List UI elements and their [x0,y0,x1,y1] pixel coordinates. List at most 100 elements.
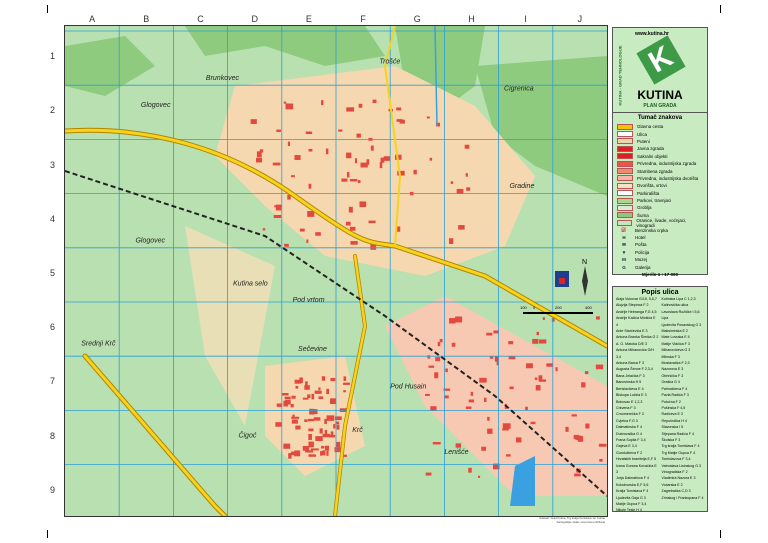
street-index-entry: Hrvatskih branitelja E,F 5 [616,457,657,462]
legend-label: Privredna, industrijska dvorišta [637,175,699,181]
svg-text:N: N [582,259,587,266]
building [295,385,299,389]
building [515,437,522,443]
building [284,399,291,405]
legend-swatch [617,160,633,167]
building [255,157,263,163]
building [281,392,289,396]
building [379,162,383,169]
building [526,363,533,369]
legend-symbol-icon: ⛽ [621,227,627,233]
building [413,169,417,175]
building [333,424,336,429]
building [468,399,475,403]
building [470,391,474,396]
crop-mark [47,530,48,538]
building [458,225,465,230]
row-header: 6 [50,322,56,333]
column-header: C [197,14,204,24]
building [455,316,463,323]
legend-item: Javna zgrada [617,145,703,152]
building [456,188,464,194]
building [356,133,361,138]
legend-swatch [617,138,633,145]
place-label: Brunkovec [206,75,240,82]
building [360,162,368,168]
building [348,206,353,213]
building [346,171,350,178]
building [336,441,341,448]
building [359,201,367,208]
legend-label: Stambena zgrada [637,168,673,174]
row-header: 9 [50,484,56,495]
building [284,243,289,247]
building [468,467,472,473]
legend-item: Groblja [617,204,703,211]
svg-text:100: 100 [520,305,527,310]
building [325,148,329,155]
legend-item: Glavna cesta [617,123,703,130]
legend-label: Sakralni objekti [637,153,668,159]
legend: Tumač znakova Glavna cesta Ulica Puteni Jav… [612,112,708,277]
building [346,107,355,112]
building [429,157,433,161]
building [478,475,481,478]
building [357,180,361,184]
building [308,441,314,448]
building [534,377,538,381]
footer-line: Kartografija i tisak: sva prava pridržan… [556,520,605,524]
legend-swatch [617,212,633,219]
place-label: Cigrenica [504,86,534,93]
building [330,398,336,405]
building [262,228,266,231]
row-header: 5 [50,267,56,278]
place-label: Gradine [509,183,534,190]
building [321,376,326,381]
building [451,342,456,347]
map-canvas[interactable]: Brunkovec Trošće Cigrenica Glogovec Gradine G… [64,25,608,517]
building [343,376,347,381]
building [290,404,294,408]
street-index-entry: Zrinskog i Frankopana F 4 [661,495,704,500]
building [464,144,470,149]
building [315,232,321,236]
building [283,101,287,104]
svg-text:200: 200 [555,305,562,310]
building [425,393,430,396]
building [275,204,282,211]
building [256,151,262,158]
building [598,443,607,447]
legend-symbol-icon: H [622,235,626,241]
building [434,372,439,379]
building [505,454,511,457]
north-arrow-icon: N [582,259,588,296]
building [455,443,462,448]
row-header: 7 [50,376,56,387]
building [310,448,319,451]
building [555,367,558,372]
building [341,178,348,182]
building [396,226,401,232]
row-header: 8 [50,430,56,441]
building [575,435,582,440]
place-label: Kutina selo [233,281,268,288]
building [305,381,308,388]
building [396,119,403,122]
legend-label: Galerija [635,264,651,270]
column-header: F [360,14,366,24]
legend-swatch [617,190,633,197]
legend-label: Pošta [635,242,647,248]
building [444,395,449,399]
building [372,99,377,104]
legend-swatch [617,145,633,152]
street-index-entry: Andrije Kačića Miošića E 4 [616,316,656,327]
building [272,162,281,166]
building [321,445,325,449]
legend-swatch [617,175,633,182]
legend-label: Policija [635,249,650,255]
legend-label: Glavna cesta [637,124,664,130]
building [299,377,303,383]
building [368,220,376,224]
building [487,416,490,421]
street-index-entry: Trg kralja Tomislava F 4 [661,444,700,449]
